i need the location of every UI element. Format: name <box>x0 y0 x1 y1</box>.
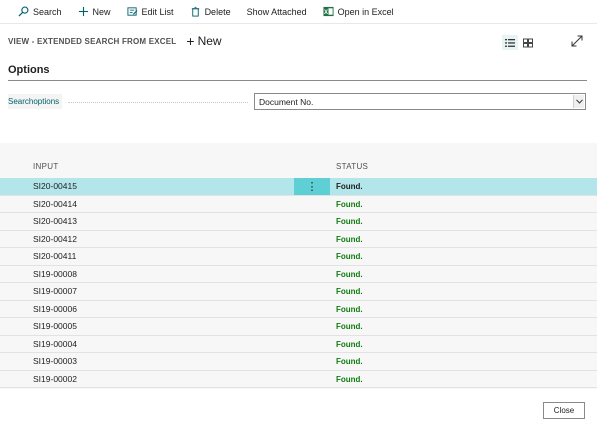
list-view-icon <box>505 38 515 47</box>
delete-button[interactable]: Delete <box>184 1 237 23</box>
search-button[interactable]: Search <box>12 1 68 23</box>
new-button-label: New <box>92 6 111 17</box>
cell-status: Found. <box>336 339 363 349</box>
cell-input: SI19-00006 <box>33 303 77 314</box>
cell-status: Found. <box>336 374 363 384</box>
cell-status: Found. <box>336 287 363 296</box>
cell-input: SI19-00005 <box>33 321 77 331</box>
cell-status: Found. <box>336 322 363 331</box>
cell-input: SI19-00003 <box>33 356 77 366</box>
search-button-label: Search <box>33 6 62 17</box>
options-section-title: Options <box>8 64 50 76</box>
show-attached-button-label: Show Attached <box>246 6 307 17</box>
page-title: VIEW - EXTENDED SEARCH FROM EXCEL <box>8 36 177 46</box>
plus-icon <box>78 6 89 17</box>
searchoptions-select[interactable]: Document No. <box>254 93 586 110</box>
cell-input: SI20-00413 <box>33 216 77 226</box>
plus-icon: + <box>186 33 195 49</box>
open-in-excel-button-label: Open in Excel <box>337 6 394 17</box>
cell-status: Found. <box>336 252 363 261</box>
searchoptions-label: Searchoptions <box>8 94 63 109</box>
cell-status: Found. <box>336 357 363 366</box>
action-toolbar: Search New Edit List Delete Show Attache… <box>0 0 597 24</box>
tile-view-button[interactable] <box>520 35 536 50</box>
cell-input: SI20-00415 <box>33 181 77 191</box>
expand-icon <box>571 35 583 47</box>
svg-text:X: X <box>324 10 328 16</box>
table-row[interactable]: SI20-00412 Found. <box>0 230 597 248</box>
table-row[interactable]: SI19-00006 Found. <box>0 300 597 318</box>
tile-view-icon <box>523 38 533 47</box>
cell-status: Found. <box>336 304 363 314</box>
show-attached-button[interactable]: Show Attached <box>241 1 313 23</box>
edit-list-icon <box>127 6 138 17</box>
list-view-button[interactable] <box>502 35 518 50</box>
cell-status: Found. <box>336 234 363 244</box>
edit-list-button-label: Edit List <box>141 6 174 17</box>
table-row[interactable]: SI19-00007 Found. <box>0 283 597 301</box>
cell-input: SI20-00412 <box>33 233 77 244</box>
field-leader-dots <box>68 102 248 103</box>
table-body: SI20-00415 ⋮ Found. SI20-00414 Found. SI20-00… <box>0 178 597 388</box>
cell-input: SI19-00002 <box>33 373 77 384</box>
table-header: INPUT STATUS <box>0 143 597 178</box>
cell-input: SI20-00411 <box>33 251 77 261</box>
close-button[interactable]: Close <box>543 402 585 419</box>
chevron-down-icon <box>573 95 584 108</box>
search-icon <box>18 6 29 17</box>
table-row[interactable]: SI19-00005 Found. <box>0 318 597 336</box>
cell-status: Found. <box>336 199 363 209</box>
table-row[interactable]: SI19-00002 Found. <box>0 370 597 388</box>
title-row: VIEW - EXTENDED SEARCH FROM EXCEL + New <box>8 31 222 51</box>
edit-list-button[interactable]: Edit List <box>121 1 180 23</box>
open-in-excel-button[interactable]: X Open in Excel <box>317 1 400 23</box>
table-row[interactable]: SI20-00414 Found. <box>0 195 597 213</box>
view-toggle <box>502 35 538 50</box>
title-new-button[interactable]: + New <box>186 34 221 48</box>
table-row[interactable]: SI19-00003 Found. <box>0 353 597 371</box>
column-header-input[interactable]: INPUT <box>33 162 59 171</box>
cell-status: Found. <box>336 217 363 226</box>
delete-button-label: Delete <box>204 6 231 17</box>
searchoptions-value: Document No. <box>259 96 314 107</box>
trash-icon <box>190 6 201 17</box>
cell-status: Found. <box>336 269 363 279</box>
title-new-label: New <box>197 34 222 48</box>
column-header-status[interactable]: STATUS <box>336 162 368 171</box>
cell-input: SI19-00004 <box>33 338 77 349</box>
table-row[interactable]: SI20-00415 ⋮ Found. <box>0 178 597 196</box>
options-divider <box>8 80 587 81</box>
table-row[interactable]: SI20-00411 Found. <box>0 248 597 266</box>
table-row[interactable]: SI19-00004 Found. <box>0 335 597 353</box>
cell-input: SI20-00414 <box>33 198 77 209</box>
cell-input: SI19-00007 <box>33 286 77 296</box>
new-button[interactable]: New <box>72 1 117 23</box>
cell-status: Found. <box>336 182 363 191</box>
results-table: INPUT STATUS SI20-00415 ⋮ Found. SI20-00414… <box>0 143 597 389</box>
row-actions-icon[interactable]: ⋮ <box>294 178 330 195</box>
cell-input: SI19-00008 <box>33 268 77 279</box>
table-row[interactable]: SI19-00008 Found. <box>0 265 597 283</box>
excel-icon: X <box>323 6 334 17</box>
table-row[interactable]: SI20-00413 Found. <box>0 213 597 231</box>
expand-button[interactable] <box>570 34 586 50</box>
